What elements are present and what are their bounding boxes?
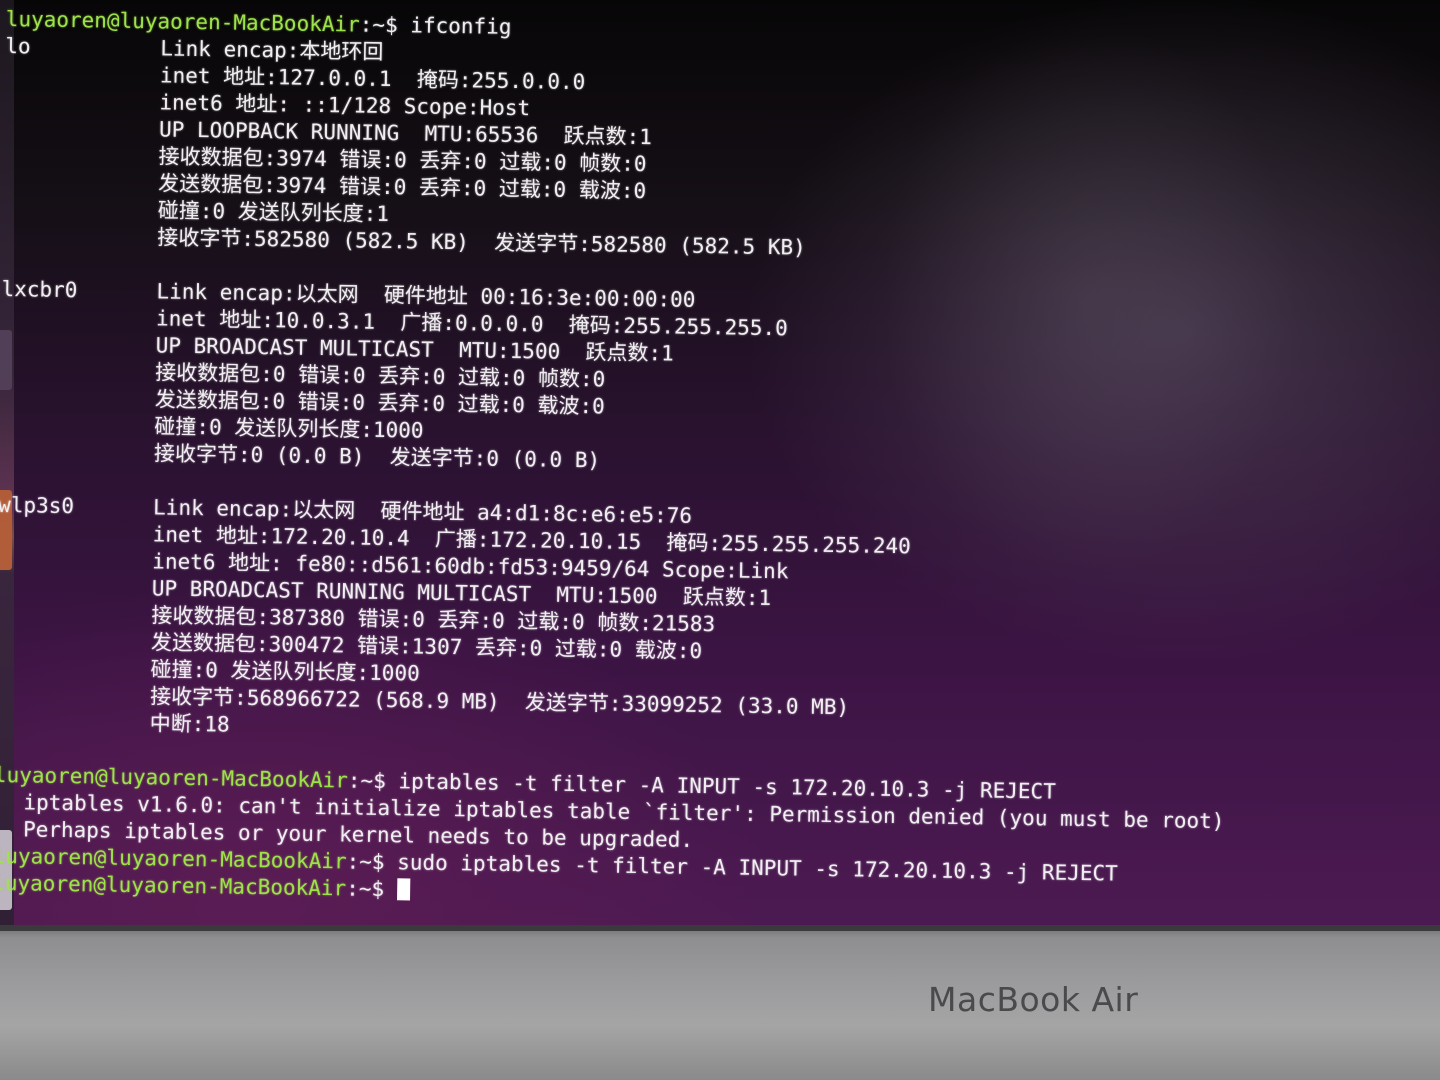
- interface-name: [0, 620, 151, 622]
- interface-name: [0, 647, 151, 649]
- prompt-user-host: luyaoren@luyaoren-MacBookAir: [5, 6, 360, 37]
- output-text: 中断:18: [149, 711, 230, 737]
- interface-name: [1, 323, 156, 325]
- interface-name: [0, 431, 154, 433]
- prompt-user-host: luyaoren@luyaoren-MacBookAir: [0, 762, 349, 793]
- bezel-edge: [0, 925, 1440, 931]
- interface-name: [4, 161, 159, 163]
- interface-name: [0, 755, 149, 757]
- interface-name: [0, 566, 152, 568]
- interface-name: [1, 350, 156, 352]
- output-text: 碰撞:0 发送队列长度:1: [157, 198, 390, 227]
- prompt-user-host: luyaoren@luyaoren-MacBookAir: [0, 870, 347, 901]
- interface-name: [5, 80, 160, 82]
- output-text: inet6 地址: ::1/128 Scope:Host: [159, 90, 531, 121]
- interface-name: [0, 539, 153, 541]
- interface-name: [4, 134, 159, 136]
- output-text: 碰撞:0 发送队列长度:1000: [154, 414, 424, 443]
- interface-name: [2, 242, 157, 244]
- terminal-output[interactable]: luyaoren@luyaoren-MacBookAir:~$ ifconfig…: [0, 6, 1406, 919]
- command-text: ifconfig: [410, 13, 512, 39]
- interface-name: [0, 701, 150, 703]
- interface-name: wlp3s0: [0, 492, 75, 519]
- prompt-user-host: luyaoren@luyaoren-MacBookAir: [0, 843, 347, 874]
- terminal-cursor[interactable]: [396, 878, 410, 901]
- interface-name: [2, 269, 157, 271]
- interface-name: [0, 728, 150, 730]
- interface-name: [0, 674, 150, 676]
- output-text: Link encap:本地环回: [160, 36, 384, 64]
- interface-name: [0, 485, 153, 487]
- laptop-screen: luyaoren@luyaoren-MacBookAir:~$ ifconfig…: [0, 0, 1440, 925]
- interface-name: [0, 377, 155, 379]
- output-text: 碰撞:0 发送队列长度:1000: [150, 657, 420, 686]
- prompt-path: :~$: [346, 876, 397, 902]
- output-text: 接收字节:0 (0.0 B) 发送字节:0 (0.0 B): [153, 441, 601, 473]
- interface-name: [3, 188, 158, 190]
- prompt-path: :~$: [346, 849, 398, 875]
- interface-name: [0, 404, 155, 406]
- laptop-bezel: MacBook Air: [0, 925, 1440, 1080]
- interface-name: [3, 215, 158, 217]
- brand-label: MacBook Air: [928, 980, 1139, 1019]
- interface-name: [0, 593, 152, 595]
- interface-name: [0, 458, 154, 460]
- interface-name: [4, 107, 159, 109]
- interface-name: lxcbr0: [1, 276, 78, 303]
- prompt-path: :~$: [359, 12, 411, 38]
- interface-name: lo: [5, 33, 31, 59]
- prompt-path: :~$: [347, 768, 399, 794]
